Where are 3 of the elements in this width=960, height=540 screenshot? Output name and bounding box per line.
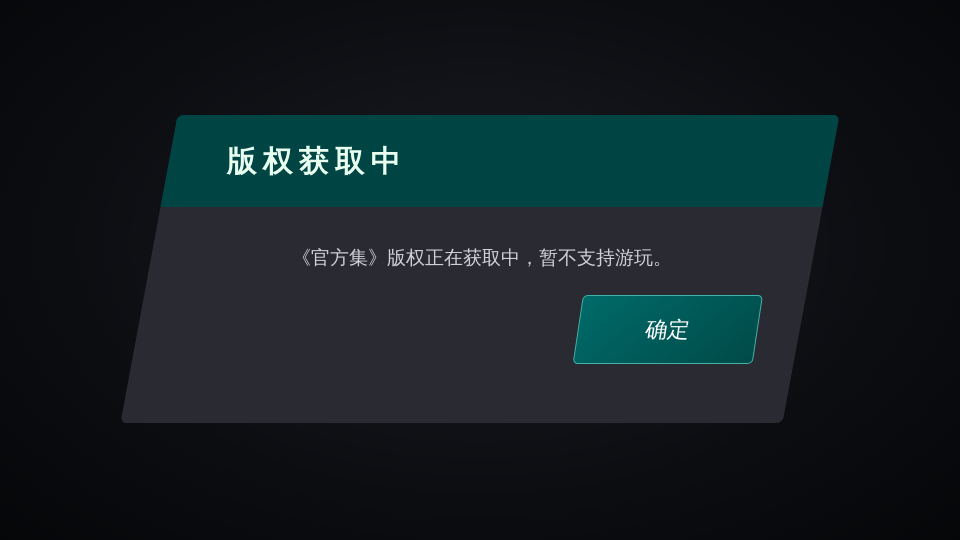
confirm-button[interactable]: 确定 bbox=[572, 295, 763, 364]
dialog-title: 版权获取中 bbox=[227, 142, 408, 180]
dialog-message: 《官方集》版权正在获取中，暂不支持游玩。 bbox=[291, 246, 674, 271]
